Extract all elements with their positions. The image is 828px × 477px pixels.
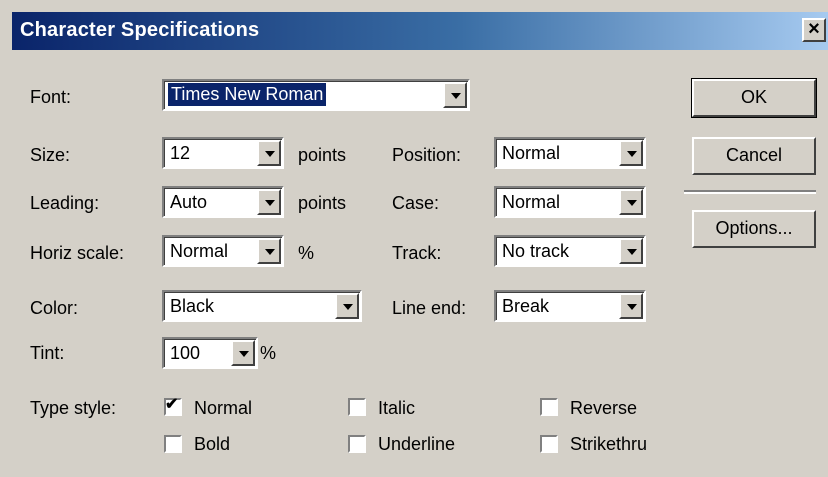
ok-button[interactable]: OK	[691, 78, 817, 118]
chevron-down-icon[interactable]	[257, 140, 281, 166]
leading-dropdown[interactable]: Auto	[162, 186, 284, 218]
options-button[interactable]: Options...	[692, 210, 816, 248]
tint-value: 100	[170, 343, 201, 363]
size-dropdown[interactable]: 12	[162, 137, 284, 169]
horiz-scale-dropdown[interactable]: Normal	[162, 235, 284, 267]
bold-checkbox[interactable]	[164, 435, 182, 453]
horiz-scale-value: Normal	[170, 241, 229, 261]
type-style-label: Type style:	[30, 398, 117, 418]
leading-value: Auto	[170, 192, 208, 212]
case-value: Normal	[502, 192, 561, 212]
underline-option-label: Underline	[378, 434, 456, 454]
close-icon: ×	[808, 18, 820, 40]
position-label: Position:	[392, 145, 462, 165]
position-dropdown[interactable]: Normal	[494, 137, 646, 169]
chevron-down-icon[interactable]	[619, 189, 643, 215]
title-bar[interactable]: Character Specifications ×	[12, 12, 828, 50]
reverse-checkbox[interactable]	[540, 398, 558, 416]
tint-dropdown[interactable]: 100	[162, 337, 258, 369]
color-value: Black	[170, 296, 215, 316]
color-label: Color:	[30, 298, 79, 318]
case-dropdown[interactable]: Normal	[494, 186, 646, 218]
bold-option-label: Bold	[194, 434, 231, 454]
size-label: Size:	[30, 145, 71, 165]
chevron-down-icon[interactable]	[335, 293, 359, 319]
cancel-button[interactable]: Cancel	[692, 137, 816, 175]
chevron-down-icon[interactable]	[257, 238, 281, 264]
line-end-dropdown[interactable]: Break	[494, 290, 646, 322]
italic-option-label: Italic	[378, 398, 416, 418]
size-unit: points	[298, 145, 347, 165]
chevron-down-icon[interactable]	[619, 140, 643, 166]
leading-unit: points	[298, 193, 347, 213]
font-label: Font:	[30, 87, 72, 107]
normal-checkbox[interactable]: ✔	[164, 396, 182, 416]
normal-option-label: Normal	[194, 398, 253, 418]
tint-label: Tint:	[30, 343, 65, 363]
leading-label: Leading:	[30, 193, 100, 213]
chevron-down-icon[interactable]	[619, 293, 643, 319]
chevron-down-icon[interactable]	[443, 82, 467, 108]
track-dropdown[interactable]: No track	[494, 235, 646, 267]
dialog-title: Character Specifications	[20, 19, 260, 41]
case-label: Case:	[392, 193, 440, 213]
chevron-down-icon[interactable]	[231, 340, 255, 366]
font-value: Times New Roman	[168, 83, 327, 106]
checkmark-icon: ✔	[165, 396, 179, 413]
horiz-scale-unit: %	[298, 243, 315, 263]
line-end-label: Line end:	[392, 298, 467, 318]
tint-unit: %	[260, 343, 277, 363]
chevron-down-icon[interactable]	[619, 238, 643, 264]
character-specifications-dialog: Character Specifications × Font: Size: L…	[0, 0, 828, 477]
line-end-value: Break	[502, 296, 550, 316]
close-button[interactable]: ×	[802, 18, 826, 42]
strikethru-checkbox[interactable]	[540, 435, 558, 453]
chevron-down-icon[interactable]	[257, 189, 281, 215]
reverse-option-label: Reverse	[570, 398, 638, 418]
color-dropdown[interactable]: Black	[162, 290, 362, 322]
underline-checkbox[interactable]	[348, 435, 366, 453]
italic-checkbox[interactable]	[348, 398, 366, 416]
button-divider	[684, 190, 816, 194]
position-value: Normal	[502, 143, 561, 163]
font-dropdown[interactable]: Times New Roman	[162, 79, 470, 111]
track-label: Track:	[392, 243, 442, 263]
horiz-scale-label: Horiz scale:	[30, 243, 125, 263]
strikethru-option-label: Strikethru	[570, 434, 648, 454]
size-value: 12	[170, 143, 191, 163]
track-value: No track	[502, 241, 570, 261]
